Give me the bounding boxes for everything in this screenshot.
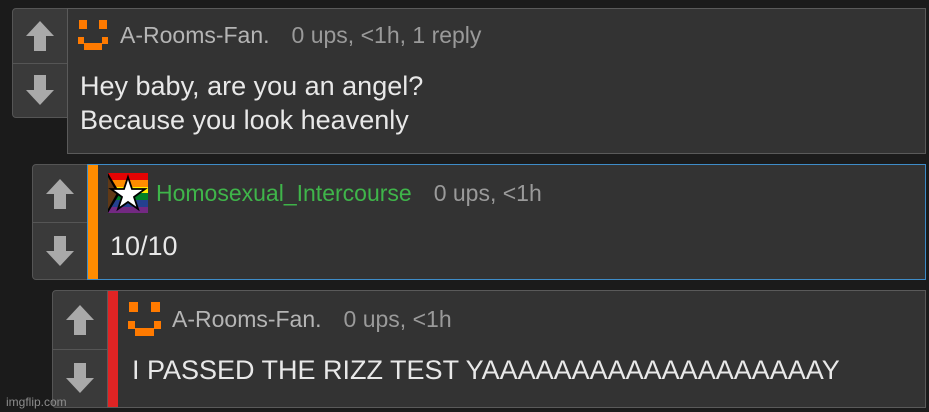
- username[interactable]: A-Rooms-Fan.: [120, 22, 270, 49]
- imgflip-watermark: imgflip.com: [6, 395, 67, 409]
- comment-stats: 0 ups, <1h, 1 reply: [291, 21, 482, 48]
- rainbow-star-flag-icon: [108, 173, 148, 213]
- comment-2: Homosexual_Intercourse 0 ups, <1h 10/10: [32, 164, 926, 280]
- comment-body-line: 10/10: [110, 231, 178, 261]
- arrow-up-icon: [26, 21, 54, 51]
- arrow-up-icon: [46, 178, 74, 209]
- arrow-down-icon: [26, 75, 54, 105]
- comment-card: A-Rooms-Fan. 0 ups, <1h I PASSED THE RIZ…: [107, 290, 926, 408]
- comment-body-line: Because you look heavenly: [80, 105, 409, 135]
- comment-body-line: Hey baby, are you an angel?: [80, 71, 424, 101]
- comment-card: A-Rooms-Fan. 0 ups, <1h, 1 reply Hey bab…: [67, 8, 926, 154]
- vote-column: [32, 164, 88, 280]
- downvote-button[interactable]: [13, 63, 67, 117]
- username[interactable]: Homosexual_Intercourse: [156, 180, 412, 207]
- comment-body: I PASSED THE RIZZ TEST YAAAAAAAAAAAAAAAA…: [132, 353, 840, 387]
- comment-body: Hey baby, are you an angel? Because you …: [80, 69, 423, 137]
- comment-1: A-Rooms-Fan. 0 ups, <1h, 1 reply Hey bab…: [12, 8, 926, 154]
- arrow-down-icon: [66, 363, 94, 393]
- arrow-up-icon: [66, 305, 94, 335]
- comment-body: 10/10: [110, 229, 178, 263]
- downvote-button[interactable]: [33, 222, 87, 279]
- comment-card: Homosexual_Intercourse 0 ups, <1h 10/10: [87, 164, 926, 280]
- smiley-face-icon: [78, 20, 108, 50]
- upvote-button[interactable]: [53, 291, 107, 350]
- highlight-bar: [108, 291, 118, 407]
- comment-3: A-Rooms-Fan. 0 ups, <1h I PASSED THE RIZ…: [52, 290, 926, 408]
- comment-body-line: I PASSED THE RIZZ TEST YAAAAAAAAAAAAAAAA…: [132, 355, 840, 385]
- username[interactable]: A-Rooms-Fan.: [172, 306, 322, 333]
- comment-stats: 0 ups, <1h: [433, 179, 542, 206]
- vote-column: [12, 8, 68, 118]
- upvote-button[interactable]: [13, 9, 67, 64]
- smiley-face-icon: [128, 302, 161, 336]
- highlight-bar: [88, 165, 98, 279]
- upvote-button[interactable]: [33, 165, 87, 223]
- vote-column: [52, 290, 108, 408]
- arrow-down-icon: [46, 235, 74, 266]
- comment-stats: 0 ups, <1h: [343, 305, 452, 332]
